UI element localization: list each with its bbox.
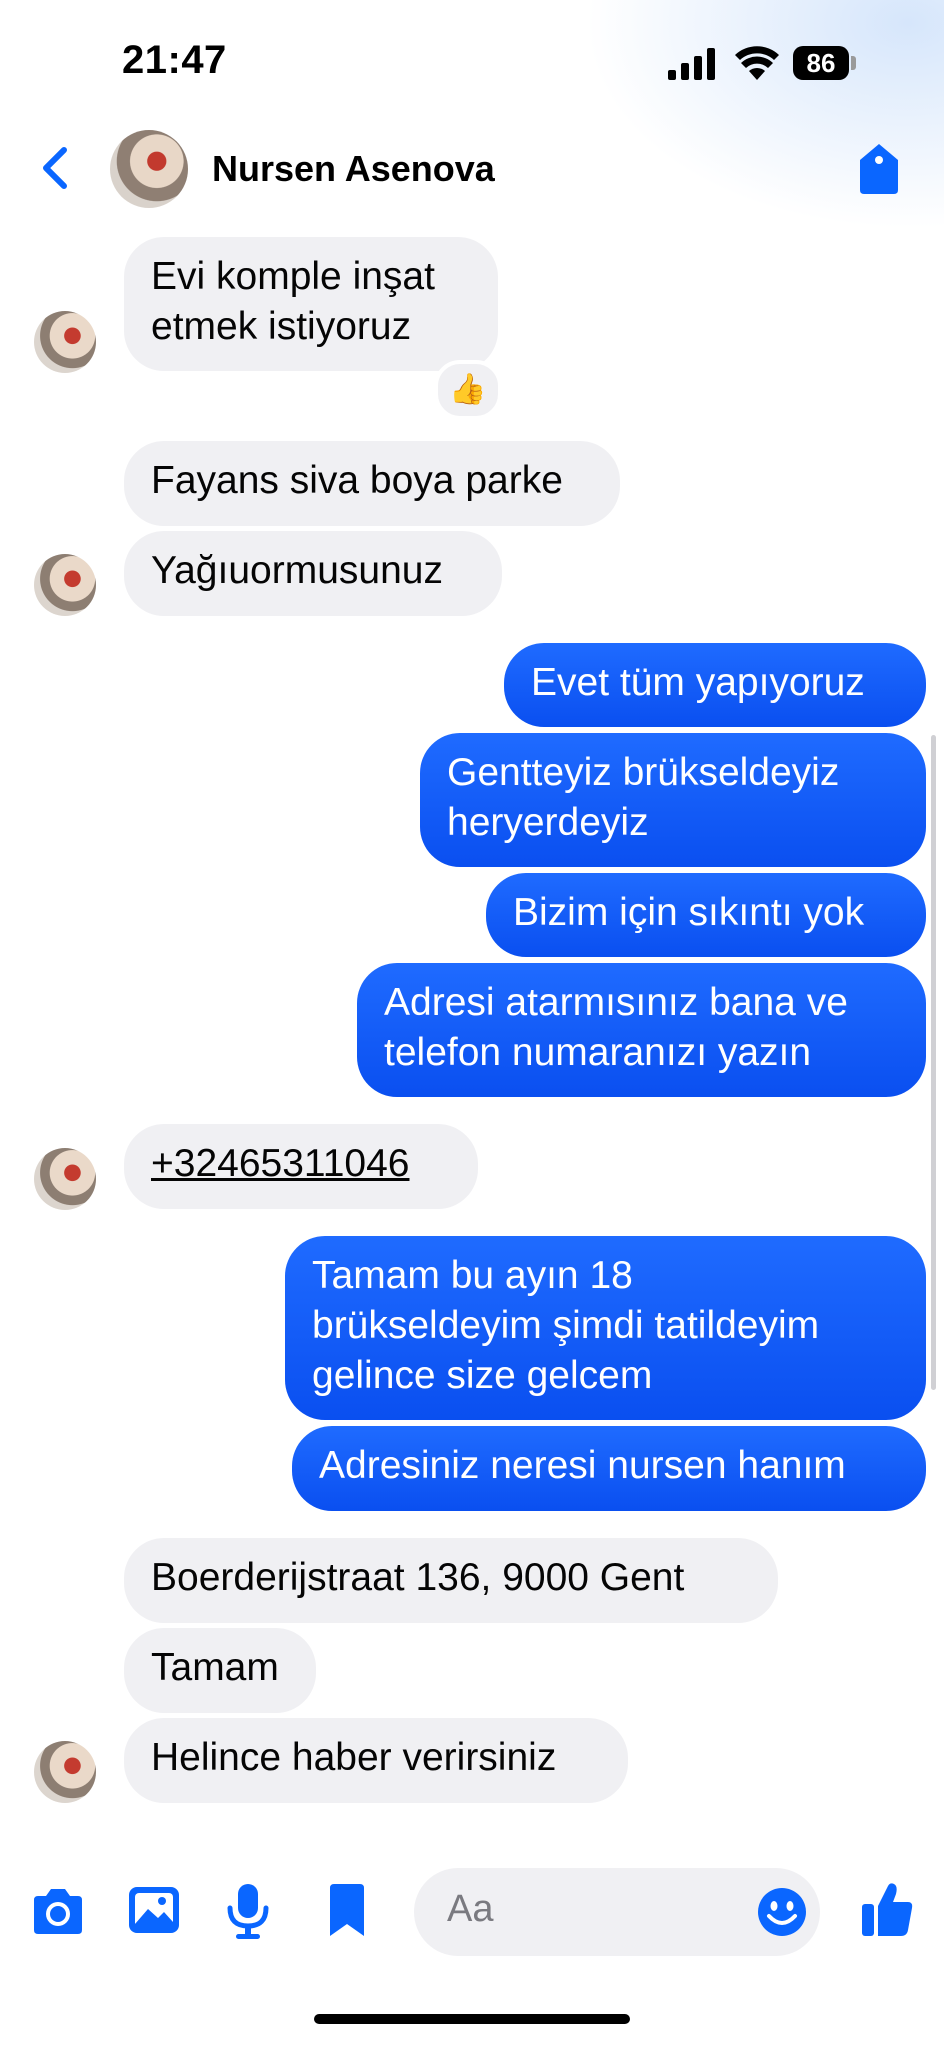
message-bubble-outgoing[interactable]: Adresiniz neresi nursen hanım [292,1426,926,1511]
message-line: Boerderijstraat 136, 9000 Gent [151,1556,685,1599]
message-line: etmek istiyoruz [151,305,412,348]
camera-button[interactable] [30,1886,86,1938]
scrollbar[interactable] [931,735,936,1390]
message-bubble-incoming[interactable]: Boerderijstraat 136, 9000 Gent [124,1538,778,1623]
message-bubble-incoming[interactable]: Evi komple inşat etmek istiyoruz [124,237,498,371]
gallery-button[interactable] [126,1884,182,1936]
message-line: brükseldeyim şimdi tatildeyim [312,1304,820,1347]
message-line: Adresiniz neresi nursen hanım [319,1444,846,1487]
message-line: heryerdeyiz [447,801,649,844]
microphone-icon [227,1884,269,1939]
reaction-badge[interactable]: 👍 [434,360,502,420]
status-time: 21:47 [122,38,227,82]
message-line: Gentteyiz brükseldeyiz [447,751,840,794]
thumbs-up-icon [862,1883,913,1936]
message-line: Fayans siva boya parke [151,459,563,502]
message-line: telefon numaranızı yazın [384,1031,812,1074]
sender-avatar[interactable] [34,1741,96,1803]
message-line: Bizim için sıkıntı yok [513,891,865,934]
message-bubble-incoming[interactable]: Tamam [124,1628,316,1713]
message-bubble-incoming[interactable]: +32465311046 [124,1124,478,1209]
image-icon [129,1887,179,1933]
sticker-button[interactable] [326,1882,368,1940]
phone-number-link[interactable]: +32465311046 [151,1139,451,1189]
message-line: Helince haber verirsiniz [151,1736,557,1779]
status-bar: 21:47 86 [0,0,944,230]
bookmark-icon [330,1884,364,1936]
message-line: Adresi atarmısınız bana ve [384,981,848,1024]
message-line: Evi komple inşat [151,255,435,298]
emoji-button[interactable] [756,1886,808,1938]
message-bubble-outgoing[interactable]: Bizim için sıkıntı yok [486,873,926,957]
message-bubble-outgoing[interactable]: Tamam bu ayın 18 brükseldeyim şimdi tati… [285,1236,926,1420]
message-bubble-outgoing[interactable]: Adresi atarmısınız bana ve telefon numar… [357,963,926,1097]
like-button[interactable] [860,1880,914,1938]
message-bubble-incoming[interactable]: Helince haber verirsiniz [124,1718,628,1803]
smiley-icon [758,1888,806,1936]
home-indicator [314,2014,630,2024]
battery-level: 86 [806,48,836,78]
tag-icon [860,144,898,194]
message-line: gelince size gelcem [312,1354,653,1397]
message-line: Yağıuormusunuz [151,549,443,592]
message-bubble-incoming[interactable]: Yağıuormusunuz [124,531,502,616]
sender-avatar[interactable] [34,311,96,373]
battery-icon: 86 [793,46,849,80]
message-line: Tamam [151,1646,279,1689]
message-input-placeholder: Aa [447,1888,494,1930]
microphone-button[interactable] [226,1882,270,1942]
message-bubble-outgoing[interactable]: Evet tüm yapıyoruz [504,643,926,727]
wifi-icon [735,46,779,80]
message-line: Evet tüm yapıyoruz [531,661,865,704]
contact-avatar[interactable] [110,130,188,208]
header-action-button[interactable] [856,142,902,196]
contact-name[interactable]: Nursen Asenova [212,148,495,190]
sender-avatar[interactable] [34,554,96,616]
sender-avatar[interactable] [34,1148,96,1210]
battery-tip [851,56,856,70]
camera-icon [34,1889,82,1934]
message-line: Tamam bu ayın 18 [312,1254,633,1297]
chevron-left-icon [43,147,67,189]
back-button[interactable] [34,140,78,196]
message-bubble-outgoing[interactable]: Gentteyiz brükseldeyiz heryerdeyiz [420,733,926,867]
message-bubble-incoming[interactable]: Fayans siva boya parke [124,441,620,526]
cellular-signal-icon [668,48,715,80]
